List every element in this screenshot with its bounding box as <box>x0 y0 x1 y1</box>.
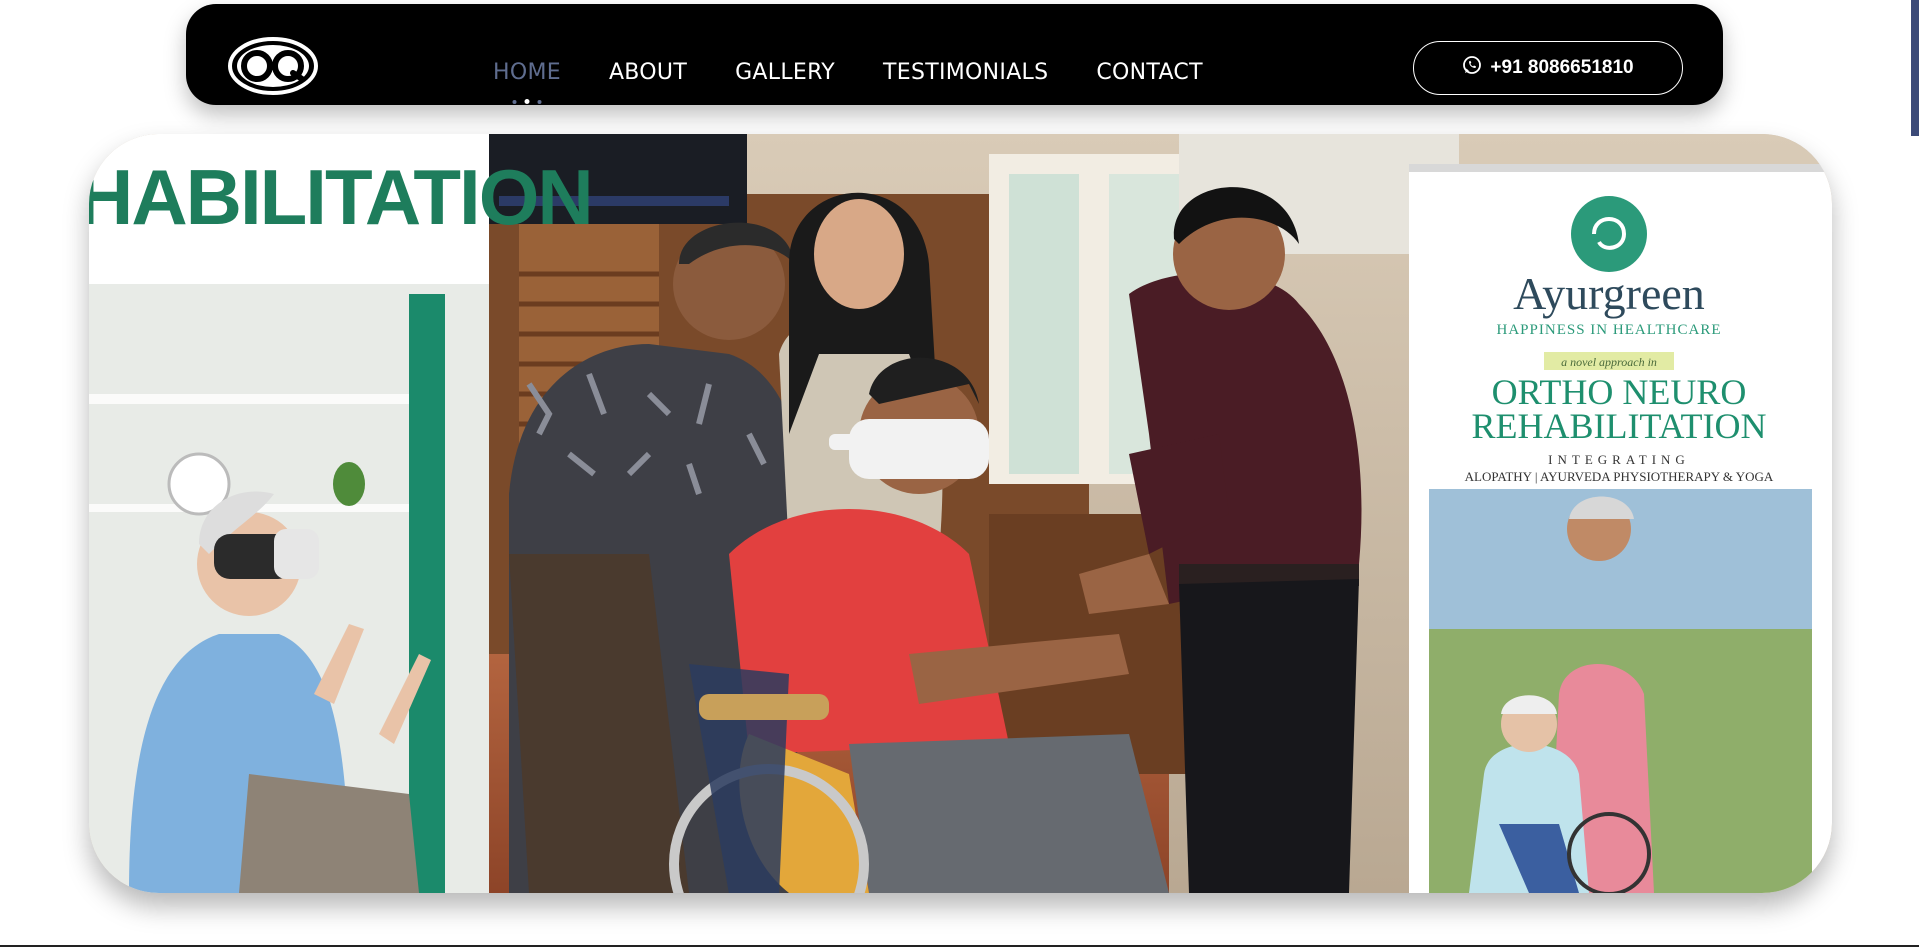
right-banner-title-line2: REHABILITATION <box>1471 406 1766 446</box>
right-banner-integrating: INTEGRATING <box>1548 452 1690 467</box>
top-navbar: HOME ABOUT GALLERY TESTIMONIALS CONTACT … <box>186 4 1723 105</box>
hero-image: HABILITATION Ayurgreen HAPPINESS IN HEAL… <box>89 134 1832 893</box>
main-nav: HOME ABOUT GALLERY TESTIMONIALS CONTACT <box>493 54 1203 104</box>
nav-testimonials[interactable]: TESTIMONIALS <box>883 60 1048 85</box>
nav-home[interactable]: HOME <box>493 59 561 104</box>
active-indicator-dots <box>512 99 542 104</box>
right-banner-tagline: HAPPINESS IN HEALTHCARE <box>1497 322 1722 338</box>
left-banner-heading: HABILITATION <box>89 153 592 241</box>
nav-home-label: HOME <box>493 59 561 85</box>
whatsapp-phone-button[interactable]: +91 8086651810 <box>1413 41 1683 95</box>
right-banner-disciplines: ALOPATHY | AYURVEDA PHYSIOTHERAPY & YOGA <box>1465 469 1774 484</box>
scroll-accent-bar <box>1911 0 1919 136</box>
phone-number: +91 8086651810 <box>1490 57 1634 78</box>
nav-contact[interactable]: CONTACT <box>1096 60 1202 85</box>
right-banner-brand: Ayurgreen <box>1513 268 1705 319</box>
nav-about[interactable]: ABOUT <box>609 60 687 85</box>
right-banner-approach: a novel approach in <box>1561 355 1657 369</box>
oq-logo-icon[interactable] <box>227 36 319 96</box>
hero-photo-illustration: HABILITATION Ayurgreen HAPPINESS IN HEAL… <box>89 134 1832 893</box>
nav-gallery[interactable]: GALLERY <box>735 60 835 85</box>
whatsapp-icon <box>1462 55 1482 81</box>
